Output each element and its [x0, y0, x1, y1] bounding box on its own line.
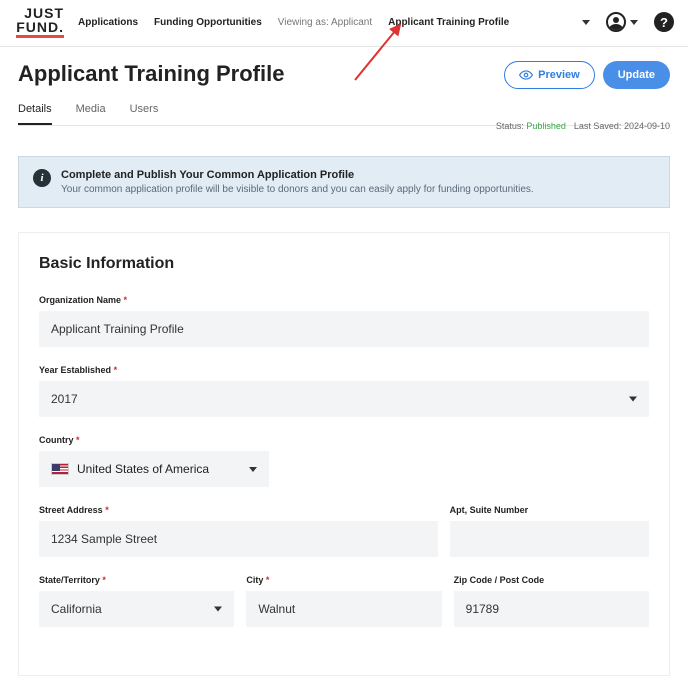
field-city: City *: [246, 575, 441, 627]
street-label: Street Address: [39, 505, 103, 515]
status-row: Status: Published Last Saved: 2024-09-10: [496, 121, 670, 131]
saved-label: Last Saved:: [574, 121, 622, 131]
main-nav: Applications Funding Opportunities Viewi…: [78, 12, 674, 32]
apt-input[interactable]: [450, 521, 649, 557]
year-select[interactable]: [39, 381, 649, 417]
field-street: Street Address *: [39, 505, 438, 557]
saved-value: 2024-09-10: [624, 121, 670, 131]
tab-media[interactable]: Media: [76, 103, 106, 125]
city-input[interactable]: [246, 591, 441, 627]
logo-text-top: JUST: [14, 6, 64, 20]
status-label: Status:: [496, 121, 524, 131]
chevron-down-icon: [630, 20, 638, 25]
top-navbar: JUST FUND. Applications Funding Opportun…: [0, 0, 688, 47]
nav-viewing-as: Viewing as: Applicant: [278, 17, 372, 28]
org-name-input[interactable]: [39, 311, 649, 347]
field-year: Year Established *: [39, 365, 649, 417]
section-title: Basic Information: [39, 255, 649, 273]
banner-title: Complete and Publish Your Common Applica…: [61, 169, 534, 181]
nav-profile-dropdown[interactable]: Applicant Training Profile: [388, 17, 509, 28]
nav-applications[interactable]: Applications: [78, 17, 138, 28]
help-icon[interactable]: ?: [654, 12, 674, 32]
nav-profile-label: Applicant Training Profile: [388, 17, 509, 28]
update-button[interactable]: Update: [603, 61, 670, 89]
field-state: State/Territory *: [39, 575, 234, 627]
state-select[interactable]: [39, 591, 234, 627]
street-input[interactable]: [39, 521, 438, 557]
field-org-name: Organization Name *: [39, 295, 649, 347]
country-value: United States of America: [77, 462, 241, 476]
chevron-down-icon[interactable]: [582, 20, 590, 25]
banner-body: Your common application profile will be …: [61, 184, 534, 195]
flag-us-icon: [51, 463, 69, 475]
update-label: Update: [618, 69, 655, 81]
field-apt: Apt, Suite Number: [450, 505, 649, 557]
preview-button[interactable]: Preview: [504, 61, 595, 89]
zip-input[interactable]: [454, 591, 649, 627]
country-label: Country: [39, 435, 74, 445]
apt-label: Apt, Suite Number: [450, 505, 529, 515]
page-header: Applicant Training Profile Preview Updat…: [18, 61, 670, 89]
field-country: Country * United States of America: [39, 435, 649, 487]
year-label: Year Established: [39, 365, 111, 375]
tab-details[interactable]: Details: [18, 103, 52, 125]
page-title: Applicant Training Profile: [18, 61, 284, 87]
header-actions: Preview Update: [504, 61, 670, 89]
page-body: Applicant Training Profile Preview Updat…: [0, 47, 688, 690]
preview-label: Preview: [538, 69, 580, 81]
org-name-label: Organization Name: [39, 295, 121, 305]
status-value: Published: [526, 121, 566, 131]
basic-info-card: Basic Information Organization Name * Ye…: [18, 232, 670, 676]
logo[interactable]: JUST FUND.: [14, 6, 64, 38]
info-icon: i: [33, 169, 51, 187]
eye-icon: [519, 68, 533, 82]
field-zip: Zip Code / Post Code: [454, 575, 649, 627]
info-banner: i Complete and Publish Your Common Appli…: [18, 156, 670, 208]
chevron-down-icon: [249, 467, 257, 472]
country-select[interactable]: United States of America: [39, 451, 269, 487]
account-menu[interactable]: [606, 12, 638, 32]
logo-text-bottom: FUND.: [16, 20, 64, 38]
nav-funding[interactable]: Funding Opportunities: [154, 17, 262, 28]
avatar-icon: [606, 12, 626, 32]
tab-users[interactable]: Users: [130, 103, 159, 125]
